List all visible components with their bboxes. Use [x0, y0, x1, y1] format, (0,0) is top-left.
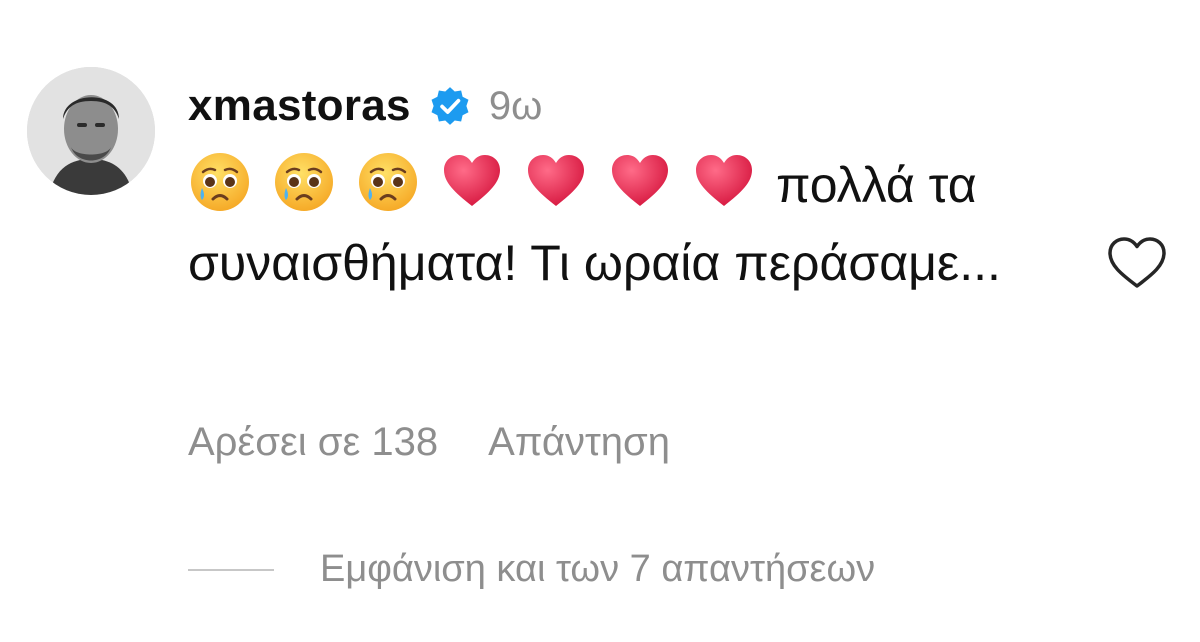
- verified-badge-icon: [429, 85, 471, 127]
- comment-actions: Αρέσει σε 138 Απάντηση: [188, 420, 670, 465]
- comment-header: xmastoras 9ω: [188, 74, 542, 138]
- crying-face-icon: [356, 150, 420, 214]
- replies-divider: [188, 568, 274, 571]
- red-heart-icon: [608, 150, 672, 214]
- avatar[interactable]: [27, 67, 155, 195]
- view-replies-button[interactable]: Εμφάνιση και των 7 απαντήσεων: [188, 548, 875, 591]
- comment-body: πολλά τα συναισθήματα! Τι ωραία περάσαμε…: [188, 146, 1068, 302]
- red-heart-icon: [692, 150, 756, 214]
- crying-face-icon: [188, 150, 252, 214]
- red-heart-icon: [440, 150, 504, 214]
- reply-button[interactable]: Απάντηση: [488, 420, 670, 465]
- avatar-photo: [27, 67, 155, 195]
- username[interactable]: xmastoras: [188, 81, 411, 131]
- comment-timestamp[interactable]: 9ω: [489, 84, 542, 129]
- like-heart-icon[interactable]: [1105, 234, 1169, 292]
- comment-view: xmastoras 9ω πολλά τα συναισθήματα! Τι ω…: [0, 0, 1200, 642]
- view-replies-label: Εμφάνιση και των 7 απαντήσεων: [320, 548, 876, 590]
- red-heart-icon: [524, 150, 588, 214]
- likes-count[interactable]: Αρέσει σε 138: [188, 420, 438, 465]
- crying-face-icon: [272, 150, 336, 214]
